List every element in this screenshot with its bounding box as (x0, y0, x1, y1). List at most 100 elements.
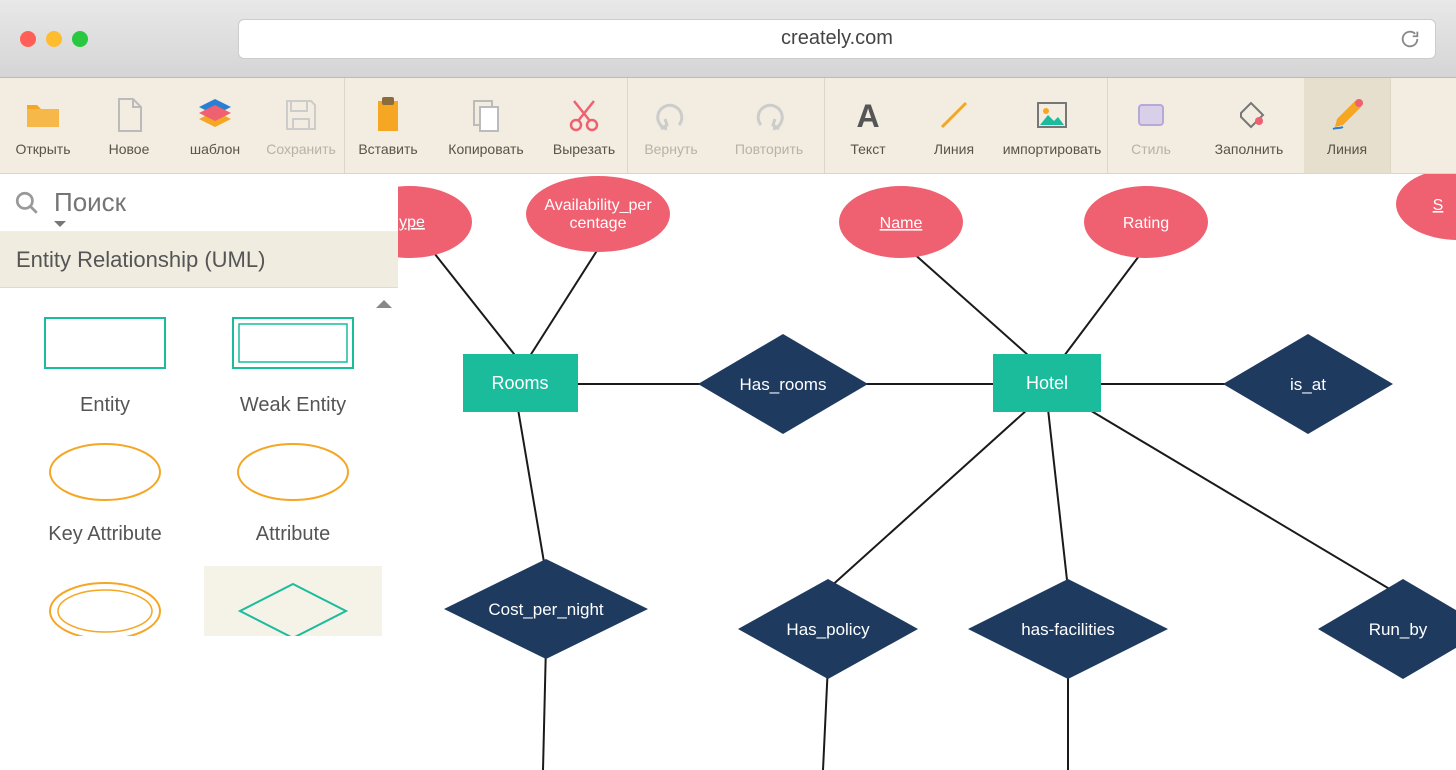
shape-attr-label: Attribute (256, 523, 330, 546)
text-icon: A (848, 95, 888, 135)
attr-name[interactable]: Name (839, 186, 963, 258)
url-text: creately.com (781, 27, 893, 50)
cut-label: Вырезать (553, 141, 615, 157)
shape-weak-entity[interactable]: Weak Entity (204, 308, 382, 417)
attr-partial-right[interactable]: S (1396, 174, 1456, 240)
template-label: шаблон (190, 141, 240, 157)
bucket-icon (1229, 95, 1269, 135)
svg-text:Availability_per: Availability_per (544, 197, 652, 214)
paste-button[interactable]: Вставить (345, 78, 431, 173)
text-label: Текст (850, 141, 885, 157)
svg-text:has-facilities: has-facilities (1021, 620, 1115, 639)
undo-icon (651, 95, 691, 135)
scroll-up-icon[interactable] (376, 292, 392, 308)
attr-rating[interactable]: Rating (1084, 186, 1208, 258)
shape-relationship[interactable] (204, 566, 382, 636)
scissors-icon (564, 95, 604, 135)
open-label: Открыть (16, 141, 71, 157)
line-label: Линия (934, 141, 974, 157)
diagram-canvas[interactable]: ype Availability_percentage Name Rating … (398, 174, 1456, 770)
svg-text:Cost_per_night: Cost_per_night (488, 600, 604, 619)
style-label: Стиль (1131, 141, 1171, 157)
browser-chrome: creately.com (0, 0, 1456, 78)
close-window-icon[interactable] (20, 31, 36, 47)
search-row (0, 174, 398, 232)
svg-text:is_at: is_at (1290, 375, 1326, 394)
line-button[interactable]: Линия (911, 78, 997, 173)
undo-button[interactable]: Вернуть (628, 78, 714, 173)
window-controls (20, 31, 88, 47)
redo-label: Повторить (735, 141, 803, 157)
line-icon (934, 95, 974, 135)
new-label: Новое (109, 141, 150, 157)
shape-attribute[interactable]: Attribute (204, 437, 382, 546)
svg-text:Rating: Rating (1123, 215, 1169, 232)
rel-has-policy[interactable]: Has_policy (738, 579, 918, 679)
svg-text:centage: centage (570, 215, 627, 232)
image-icon (1032, 95, 1072, 135)
rel-is-at[interactable]: is_at (1223, 334, 1393, 434)
svg-text:Rooms: Rooms (491, 373, 548, 393)
open-button[interactable]: Открыть (0, 78, 86, 173)
line2-label: Линия (1327, 141, 1367, 157)
shape-weak-entity-label: Weak Entity (240, 394, 346, 417)
shape-panel: Entity Weak Entity Key Attribute Attribu… (0, 288, 398, 770)
rel-run-by[interactable]: Run_by (1318, 579, 1456, 679)
style-swatch-icon (1131, 95, 1171, 135)
panel-title[interactable]: Entity Relationship (UML) (0, 232, 398, 288)
redo-icon (749, 95, 789, 135)
text-button[interactable]: A Текст (825, 78, 911, 173)
svg-text:ype: ype (399, 214, 425, 231)
undo-label: Вернуть (644, 141, 697, 157)
rel-cost-per-night[interactable]: Cost_per_night (444, 559, 648, 659)
svg-text:S: S (1433, 197, 1444, 214)
panel-title-text: Entity Relationship (UML) (16, 247, 265, 273)
copy-icon (466, 95, 506, 135)
fill-label: Заполнить (1215, 141, 1284, 157)
rel-has-rooms[interactable]: Has_rooms (698, 334, 868, 434)
shape-key-attr-label: Key Attribute (48, 523, 161, 546)
import-button[interactable]: импортировать (997, 78, 1107, 173)
shape-key-attribute[interactable]: Key Attribute (16, 437, 194, 546)
entity-rooms[interactable]: Rooms (463, 354, 578, 412)
save-label: Сохранить (266, 141, 336, 157)
shape-multivalued-attribute[interactable] (16, 566, 194, 636)
fill-button[interactable]: Заполнить (1194, 78, 1304, 173)
copy-button[interactable]: Копировать (431, 78, 541, 173)
maximize-window-icon[interactable] (72, 31, 88, 47)
save-icon (281, 95, 321, 135)
svg-text:Name: Name (880, 215, 923, 232)
url-bar[interactable]: creately.com (238, 19, 1436, 59)
layers-icon (195, 95, 235, 135)
attr-availability[interactable]: Availability_percentage (526, 176, 670, 252)
cut-button[interactable]: Вырезать (541, 78, 627, 173)
svg-text:Has_rooms: Has_rooms (740, 375, 827, 394)
search-input[interactable] (54, 187, 354, 218)
style-button[interactable]: Стиль (1108, 78, 1194, 173)
import-label: импортировать (1003, 141, 1102, 157)
svg-text:Hotel: Hotel (1026, 373, 1068, 393)
svg-text:A: A (856, 98, 879, 134)
new-file-icon (109, 95, 149, 135)
redo-button[interactable]: Повторить (714, 78, 824, 173)
rel-has-facilities[interactable]: has-facilities (968, 579, 1168, 679)
main-toolbar: Открыть Новое шаблон Сохранить Вставить … (0, 78, 1456, 174)
reload-icon[interactable] (1399, 28, 1421, 50)
line-tool-button[interactable]: Линия (1304, 78, 1390, 173)
pencil-icon (1327, 95, 1367, 135)
save-button[interactable]: Сохранить (258, 78, 344, 173)
entity-hotel[interactable]: Hotel (993, 354, 1101, 412)
new-button[interactable]: Новое (86, 78, 172, 173)
search-icon (14, 190, 40, 216)
svg-text:Has_policy: Has_policy (786, 620, 870, 639)
paste-label: Вставить (358, 141, 417, 157)
shape-entity-label: Entity (80, 394, 130, 417)
minimize-window-icon[interactable] (46, 31, 62, 47)
svg-text:Run_by: Run_by (1369, 620, 1428, 639)
attr-type[interactable]: ype (398, 186, 472, 258)
template-button[interactable]: шаблон (172, 78, 258, 173)
shape-entity[interactable]: Entity (16, 308, 194, 417)
clipboard-icon (368, 95, 408, 135)
folder-icon (23, 95, 63, 135)
copy-label: Копировать (448, 141, 523, 157)
